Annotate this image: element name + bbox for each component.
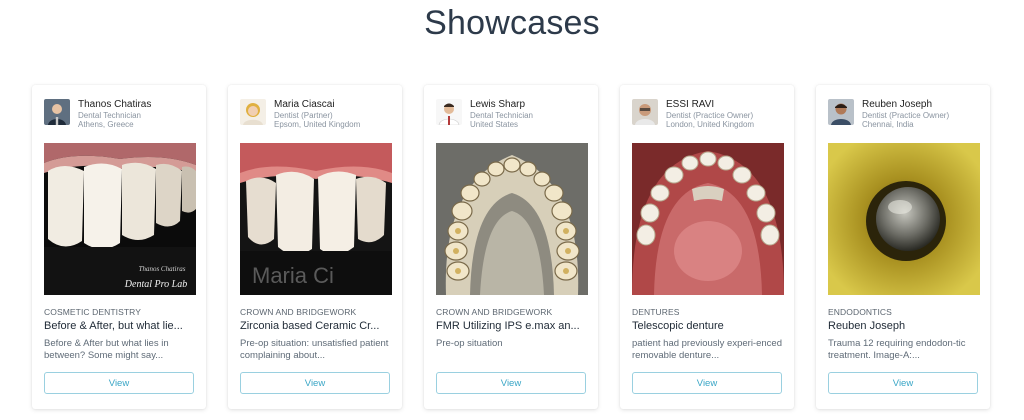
author-location: United States [470, 120, 519, 129]
author-name[interactable]: Reuben Joseph [862, 99, 994, 111]
case-description: Pre-op situation: unsatisfied patient co… [240, 338, 389, 361]
case-title[interactable]: Telescopic denture [632, 320, 786, 332]
avatar[interactable] [240, 99, 266, 125]
author-name[interactable]: Thanos Chatiras [78, 99, 210, 111]
thumbnail-watermark: Maria Ci [252, 263, 334, 288]
case-description: Before & After but what lies in between?… [44, 338, 169, 361]
avatar[interactable] [828, 99, 854, 125]
case-title[interactable]: Zirconia based Ceramic Cr... [240, 320, 394, 332]
showcase-card[interactable]: Thanos Chatiras Dental Technician Athens… [32, 85, 206, 409]
thumbnail-caption: Thanos Chatiras [139, 265, 186, 273]
thumbnail-caption: Dental Pro Lab [124, 279, 187, 290]
avatar[interactable] [44, 99, 70, 125]
author-location: Epsom, United Kingdom [274, 120, 361, 129]
case-description: Pre-op situation [436, 338, 503, 349]
author-name[interactable]: ESSI RAVI [666, 99, 798, 111]
avatar[interactable] [436, 99, 462, 125]
showcase-card[interactable]: ESSI RAVI Dentist (Practice Owner) Londo… [620, 85, 794, 409]
case-category: CROWN AND BRIDGEWORK [240, 307, 357, 317]
page-title: Showcases [424, 4, 600, 42]
showcase-thumbnail[interactable]: Maria Ci [240, 143, 392, 295]
view-button[interactable]: View [240, 372, 390, 394]
author-role: Dentist (Practice Owner) [862, 111, 950, 120]
author-location: Chennai, India [862, 120, 914, 129]
view-button[interactable]: View [828, 372, 978, 394]
author-role: Dental Technician [78, 111, 142, 120]
view-button[interactable]: View [44, 372, 194, 394]
author-location: London, United Kingdom [666, 120, 755, 129]
case-description: Trauma 12 requiring endodon-tic treatmen… [828, 338, 966, 361]
author-name[interactable]: Lewis Sharp [470, 99, 602, 111]
author-location: Athens, Greece [78, 120, 134, 129]
author-name[interactable]: Maria Ciascai [274, 99, 406, 111]
case-title[interactable]: FMR Utilizing IPS e.max an... [436, 320, 590, 332]
case-category: CROWN AND BRIDGEWORK [436, 307, 553, 317]
showcase-thumbnail[interactable]: Thanos Chatiras Dental Pro Lab [44, 143, 196, 295]
author-role: Dental Technician [470, 111, 534, 120]
showcase-thumbnail[interactable] [436, 143, 588, 295]
avatar[interactable] [632, 99, 658, 125]
case-title[interactable]: Reuben Joseph [828, 320, 982, 332]
showcase-card[interactable]: Lewis Sharp Dental Technician United Sta… [424, 85, 598, 409]
author-role: Dentist (Practice Owner) [666, 111, 754, 120]
showcase-card[interactable]: Maria Ciascai Dentist (Partner) Epsom, U… [228, 85, 402, 409]
case-category: ENDODONTICS [828, 307, 892, 317]
view-button[interactable]: View [436, 372, 586, 394]
case-title[interactable]: Before & After, but what lie... [44, 320, 198, 332]
case-category: DENTURES [632, 307, 680, 317]
showcase-thumbnail[interactable] [828, 143, 980, 295]
case-description: patient had previously experi-enced remo… [632, 338, 782, 361]
view-button[interactable]: View [632, 372, 782, 394]
showcase-card[interactable]: Reuben Joseph Dentist (Practice Owner) C… [816, 85, 990, 409]
author-role: Dentist (Partner) [274, 111, 333, 120]
showcase-thumbnail[interactable] [632, 143, 784, 295]
case-category: COSMETIC DENTISTRY [44, 307, 142, 317]
